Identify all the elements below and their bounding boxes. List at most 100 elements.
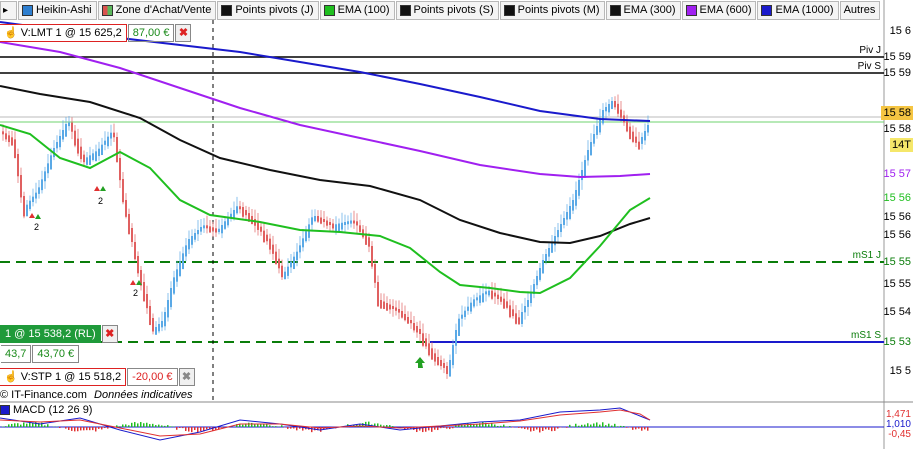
macd-bar xyxy=(107,427,109,429)
price-axis-label: 15 58 xyxy=(883,123,911,135)
candle-body xyxy=(326,220,328,226)
toolbar-item-label: Points pivots (M) xyxy=(517,4,600,16)
candle-body xyxy=(56,142,58,149)
macd-bar xyxy=(293,427,295,429)
macd-bar xyxy=(290,427,292,429)
candle-body xyxy=(233,210,235,219)
macd-header[interactable]: MACD (12 26 9) xyxy=(0,404,92,416)
toolbar-item-heikin-ashi[interactable]: Heikin-Ashi xyxy=(18,0,97,20)
candle-body xyxy=(131,228,133,243)
macd-bar xyxy=(488,424,490,427)
macd-bar xyxy=(146,422,148,427)
macd-bar xyxy=(149,424,151,427)
candle-body xyxy=(287,266,289,276)
candle-body xyxy=(527,300,529,307)
macd-bar xyxy=(17,423,19,427)
position-box[interactable]: 1 @ 15 538,2 (RL) xyxy=(0,325,101,343)
candle-body xyxy=(374,264,376,283)
stop-order-tag[interactable]: ☝ V:STP 1 @ 15 518,2 -20,00 € ✖ xyxy=(0,368,195,386)
macd-bar xyxy=(92,427,94,431)
hand-icon: ☝ xyxy=(4,27,18,39)
toolbar-item-ema-600[interactable]: EMA (600) xyxy=(681,0,757,20)
toolbar-item-label: Heikin-Ashi xyxy=(36,4,92,16)
macd-bar xyxy=(557,427,559,429)
position-points: 43,7 xyxy=(1,345,32,363)
candle-body xyxy=(200,227,202,232)
macd-bar xyxy=(593,423,595,427)
cancel-limit-order-button[interactable]: ✖ xyxy=(175,24,192,42)
macd-bar xyxy=(575,423,577,427)
toolbar-item-pivots-s[interactable]: Points pivots (S) xyxy=(395,0,499,20)
candle-body xyxy=(158,324,160,332)
macd-bar xyxy=(524,427,526,430)
candle-body xyxy=(590,142,592,156)
candle-body xyxy=(494,292,496,297)
macd-bar xyxy=(95,427,97,432)
limit-order-tag[interactable]: ☝ V:LMT 1 @ 15 625,2 87,00 € ✖ xyxy=(0,24,192,42)
macd-bar xyxy=(143,423,145,427)
limit-order-label: V:LMT 1 @ 15 625,2 xyxy=(20,27,122,39)
macd-bar xyxy=(596,422,598,427)
candle-body xyxy=(638,141,640,150)
toolbar-item-ema-100[interactable]: EMA (100) xyxy=(319,0,395,20)
candle-body xyxy=(611,101,613,109)
stop-order-box[interactable]: ☝ V:STP 1 @ 15 518,2 xyxy=(0,368,127,386)
candle-body xyxy=(320,217,322,224)
position-label: 1 @ 15 538,2 (RL) xyxy=(5,328,96,340)
candle-body xyxy=(440,360,442,367)
candle-body xyxy=(614,101,616,108)
price-axis-label: 15 55 xyxy=(883,278,911,290)
candle-body xyxy=(542,260,544,274)
macd-bar xyxy=(179,427,181,428)
candle-body xyxy=(116,137,118,163)
ms1-s-axis-label: 15 53 xyxy=(883,336,911,348)
macd-bar xyxy=(173,426,175,427)
candle-body xyxy=(635,136,637,143)
candle-body xyxy=(86,157,88,165)
macd-bar xyxy=(389,425,391,427)
toolbar-item-ema-1000[interactable]: EMA (1000) xyxy=(757,0,839,20)
macd-bar xyxy=(128,425,130,427)
toolbar-menu-button[interactable]: ▸ xyxy=(0,0,17,20)
macd-bar xyxy=(281,425,283,427)
macd-bar xyxy=(431,427,433,432)
candle-body xyxy=(38,187,40,194)
candle-body xyxy=(491,290,493,299)
candle-body xyxy=(476,297,478,301)
candle-body xyxy=(305,231,307,242)
candle-body xyxy=(164,312,166,327)
close-position-button[interactable]: ✖ xyxy=(101,325,118,343)
piv-s-label: Piv S xyxy=(857,61,881,72)
candle-body xyxy=(422,333,424,346)
copyright-text: © IT-Finance.com xyxy=(0,389,87,401)
ema-1000-swatch-icon xyxy=(761,4,773,16)
macd-bar xyxy=(122,424,124,427)
candle-body xyxy=(356,221,358,226)
candle-body xyxy=(500,296,502,302)
candle-body xyxy=(293,256,295,270)
candle-body xyxy=(98,148,100,157)
candle-body xyxy=(377,282,379,307)
macd-bar xyxy=(437,427,439,431)
candle-body xyxy=(626,121,628,132)
candle-body xyxy=(206,225,208,229)
candle-body xyxy=(536,276,538,286)
position-tag[interactable]: 1 @ 15 538,2 (RL) ✖ xyxy=(0,325,118,343)
macd-bar xyxy=(47,424,49,427)
candle-body xyxy=(392,306,394,309)
toolbar-item-pivots-m[interactable]: Points pivots (M) xyxy=(499,0,605,20)
toolbar-item-zone[interactable]: Zone d'Achat/Vente xyxy=(97,0,217,20)
toolbar-item-ema-300[interactable]: EMA (300) xyxy=(605,0,681,20)
candle-body xyxy=(296,251,298,261)
candle-body xyxy=(473,299,475,307)
limit-order-box[interactable]: ☝ V:LMT 1 @ 15 625,2 xyxy=(0,24,127,42)
candle-body xyxy=(512,309,514,317)
candle-body xyxy=(236,206,238,214)
macd-bar xyxy=(578,425,580,427)
toolbar-item-autres[interactable]: Autres xyxy=(839,0,881,20)
toolbar-item-pivots-j[interactable]: Points pivots (J) xyxy=(217,0,319,20)
price-axis-label: 15 54 xyxy=(883,306,911,318)
cancel-stop-order-button[interactable]: ✖ xyxy=(178,368,195,386)
macd-bar xyxy=(494,424,496,427)
candle-body xyxy=(92,153,94,161)
